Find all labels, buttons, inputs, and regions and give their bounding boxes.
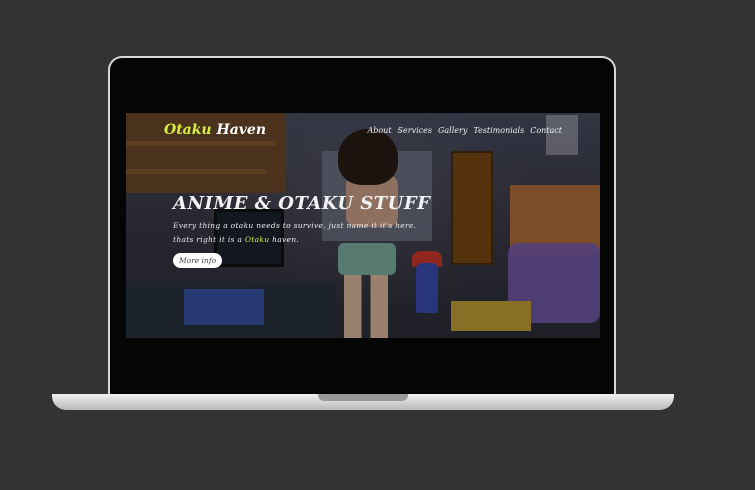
brand-part1: Otaku bbox=[164, 122, 212, 138]
hero-line-2: thats right it is a Otaku haven. bbox=[173, 235, 299, 244]
brand-logo[interactable]: Otaku Haven bbox=[164, 122, 266, 138]
hero-title: ANIME & OTAKU STUFF bbox=[173, 193, 431, 214]
laptop-notch bbox=[318, 394, 408, 401]
nav-gallery[interactable]: Gallery bbox=[438, 126, 467, 135]
website-screen: Otaku Haven About Services Gallery Testi… bbox=[126, 113, 600, 338]
main-nav: About Services Gallery Testimonials Cont… bbox=[367, 126, 562, 135]
hero-line-2-start: thats right it is a bbox=[173, 235, 243, 244]
hero-line-2-accent: Otaku bbox=[244, 235, 270, 244]
brand-part2: Haven bbox=[216, 122, 267, 138]
hero-line-2-end: haven. bbox=[272, 235, 300, 244]
nav-services[interactable]: Services bbox=[398, 126, 432, 135]
more-info-button[interactable]: More info bbox=[173, 253, 223, 268]
laptop-base bbox=[52, 394, 674, 410]
nav-testimonials[interactable]: Testimonials bbox=[473, 126, 524, 135]
nav-contact[interactable]: Contact bbox=[530, 126, 562, 135]
nav-about[interactable]: About bbox=[367, 126, 391, 135]
hero-line-1: Every thing a otaku needs to survive, ju… bbox=[173, 221, 417, 230]
